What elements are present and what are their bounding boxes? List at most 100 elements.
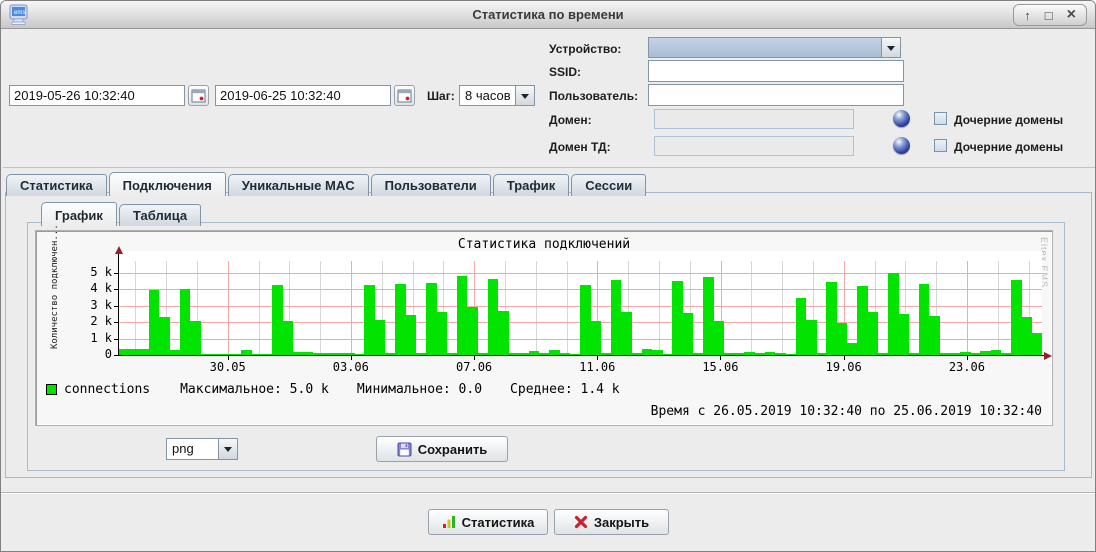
x-tick-label: 03.06 (323, 360, 379, 374)
subtab-График[interactable]: График (41, 202, 117, 226)
bar (580, 285, 591, 355)
bar (190, 321, 201, 355)
bar (713, 321, 724, 355)
close-button-label: Закрыть (594, 515, 649, 530)
bar (282, 321, 293, 355)
date-to-input[interactable] (215, 85, 391, 106)
shade-button[interactable]: ↑ (1024, 9, 1031, 22)
red-x-icon (574, 515, 588, 529)
step-select[interactable]: 8 часов (459, 85, 535, 106)
child-domains-ap-label: Дочерние домены (954, 140, 1063, 154)
x-tick-label: 07.06 (446, 360, 502, 374)
ssid-input[interactable] (648, 60, 904, 82)
export-format-select[interactable]: png (166, 438, 238, 460)
bar (590, 321, 601, 355)
bar (436, 312, 447, 355)
stat-max: Максимальное: 5.0 k (180, 382, 329, 397)
chevron-down-icon[interactable] (218, 439, 237, 459)
subtab-Таблица[interactable]: Таблица (119, 204, 201, 226)
date-from-input[interactable] (9, 85, 185, 106)
y-tick-label: 0 (76, 347, 112, 361)
step-value: 8 часов (460, 86, 515, 105)
domain-ap-label: Домен ТД: (549, 140, 611, 154)
y-axis (118, 251, 119, 356)
bar (867, 312, 878, 355)
device-select[interactable] (648, 37, 901, 58)
tab-Уникальные MAC[interactable]: Уникальные MAC (228, 174, 369, 196)
close-button[interactable]: × (1067, 7, 1076, 23)
footer-divider (1, 492, 1095, 494)
bar (1032, 333, 1043, 355)
chart-y-axis-label: Количество подключен... (50, 224, 60, 349)
statistics-window: ems Статистика по времени ↑ □ × Шаг: 8 (0, 0, 1096, 552)
tab-Сессии[interactable]: Сессии (571, 174, 646, 196)
bar (426, 283, 437, 355)
date-to-calendar-button[interactable] (394, 85, 415, 106)
y-tick-label: 4 k (76, 281, 112, 295)
bar (837, 323, 848, 355)
close-dialog-button[interactable]: Закрыть (554, 509, 669, 535)
x-tick-label: 30.05 (200, 360, 256, 374)
save-button[interactable]: Сохранить (376, 436, 508, 462)
titlebar: ems Статистика по времени ↑ □ × (1, 1, 1095, 29)
y-axis-arrow (115, 242, 123, 254)
domain-ap-globe-button[interactable] (893, 137, 910, 154)
bar (375, 320, 386, 355)
gridline-minor (567, 261, 568, 355)
chart-legend: connections Максимальное: 5.0 k Минималь… (46, 382, 648, 397)
domain-label: Домен: (549, 113, 592, 127)
bar (272, 285, 283, 355)
child-domains-ap-checkbox[interactable] (934, 139, 947, 152)
x-tick-label: 23.06 (939, 360, 995, 374)
gridline-minor (135, 261, 136, 355)
window-controls: ↑ □ × (1013, 4, 1087, 26)
statistics-button-label: Статистика (462, 515, 535, 530)
user-input[interactable] (648, 84, 904, 106)
gridline-minor (259, 261, 260, 355)
legend-swatch (46, 384, 57, 395)
tab-Трафик[interactable]: Трафик (493, 174, 570, 196)
bar (703, 277, 714, 355)
bar (611, 280, 622, 355)
x-axis-arrow (1044, 352, 1056, 360)
gridline-minor (320, 261, 321, 355)
window-title: Статистика по времени (1, 7, 1095, 22)
calendar-icon (397, 88, 412, 103)
maximize-button[interactable]: □ (1045, 9, 1053, 22)
user-label: Пользователь: (549, 89, 638, 103)
gridline-minor (751, 261, 752, 355)
child-domains-checkbox[interactable] (934, 112, 947, 125)
chevron-down-icon[interactable] (881, 38, 900, 57)
connections-chart: Статистика подключений Eltex EMS Количес… (35, 230, 1053, 426)
y-tick-label: 2 k (76, 314, 112, 328)
chevron-down-icon[interactable] (515, 86, 534, 105)
bar (159, 317, 170, 356)
tab-Пользователи[interactable]: Пользователи (371, 174, 491, 196)
chart-title: Статистика подключений (36, 237, 1052, 252)
bar (457, 276, 468, 355)
stat-avg: Среднее: 1.4 k (510, 382, 620, 397)
bar (806, 320, 817, 355)
bar (857, 286, 868, 355)
step-label: Шаг: (427, 89, 455, 103)
bar (898, 314, 909, 355)
device-label: Устройство: (549, 42, 621, 56)
statistics-button[interactable]: Статистика (428, 509, 548, 535)
date-from-calendar-button[interactable] (188, 85, 209, 106)
bar (847, 343, 858, 355)
bar-chart-icon (442, 515, 456, 529)
bar (364, 285, 375, 356)
x-axis (116, 355, 1046, 356)
x-tick-label: 15.06 (692, 360, 748, 374)
bar (405, 315, 416, 355)
tab-Статистика[interactable]: Статистика (6, 174, 107, 196)
bar (929, 316, 940, 355)
stat-min: Минимальное: 0.0 (357, 382, 482, 397)
domain-globe-button[interactable] (893, 110, 910, 127)
gridline-minor (782, 261, 783, 355)
bar (672, 281, 683, 355)
tab-Подключения[interactable]: Подключения (109, 172, 226, 196)
gridline-major (967, 261, 968, 355)
legend-series-name: connections (64, 382, 150, 397)
device-value (649, 38, 881, 57)
